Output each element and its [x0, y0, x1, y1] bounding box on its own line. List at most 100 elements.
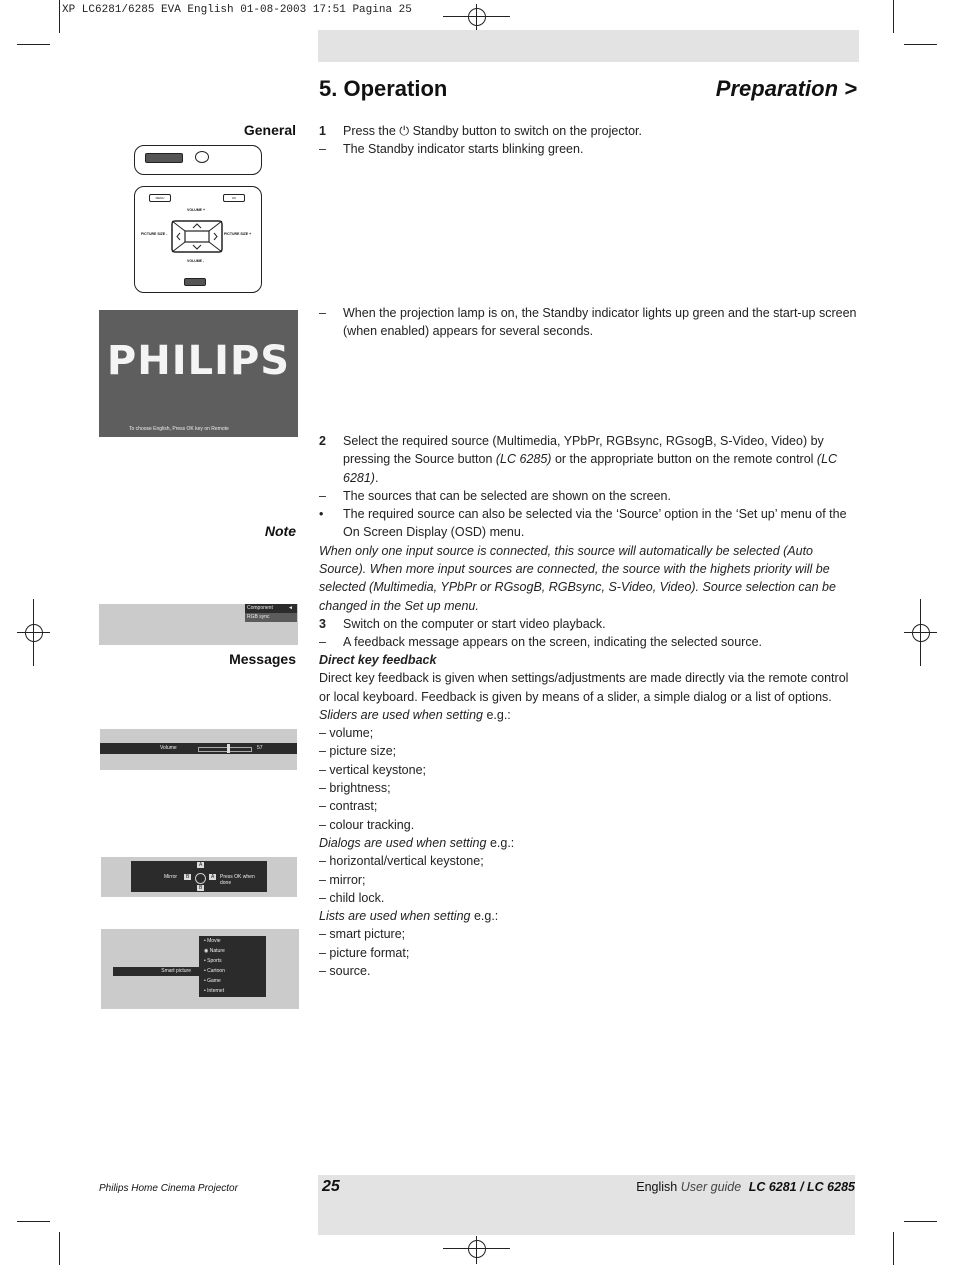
eg-text: e.g.:	[470, 909, 499, 924]
footer-guide-label: User guide	[680, 1180, 742, 1194]
step-result: A feedback message appears on the screen…	[343, 635, 763, 650]
standby-button-illustration	[145, 153, 183, 163]
footer-models: LC 6281 / LC 6285	[748, 1180, 855, 1194]
key-icon: B	[184, 874, 192, 880]
step-text: Standby button to switch on the projecto…	[412, 124, 642, 138]
smart-picture-option: ◉ Nature	[204, 948, 225, 958]
option-label: Internet	[207, 988, 225, 994]
step-1-lamp: – When the projection lamp is on, the Sta…	[319, 304, 859, 341]
dialog-example: – horizontal/vertical keystone;	[319, 854, 484, 869]
product-name: Philips Home Cinema Projector	[99, 1183, 238, 1194]
projector-keypad-illustration: MENU OK VOLUME + PICTURE SIZE - PICTURE …	[134, 186, 262, 293]
slider-example: – picture size;	[319, 744, 397, 759]
list-example: – picture format;	[319, 945, 410, 960]
philips-logo: PHILIPS	[106, 338, 291, 384]
model-ref: (LC 6285)	[495, 452, 552, 467]
arrow-left-icon: ◄	[288, 605, 293, 611]
page-title: 5. Operation	[319, 76, 448, 101]
source-item-rgbsync: RGB sync	[245, 613, 297, 622]
step-result: The Standby indicator starts blinking gr…	[343, 142, 584, 157]
volume-slider-track	[198, 747, 252, 752]
header-band	[318, 30, 859, 62]
smart-picture-option: • Cartoon	[204, 968, 225, 978]
footer-guide: English User guide LC 6281 / LC 6285	[636, 1180, 855, 1194]
registration-circle-icon	[912, 624, 930, 642]
picture-size-plus-label: PICTURE SIZE +	[224, 232, 252, 236]
crop-mark	[17, 1221, 50, 1222]
crop-mark	[17, 44, 50, 45]
smart-picture-osd-image: Smart picture • Movie ◉ Nature • Sports • C…	[101, 929, 299, 1009]
power-icon: ⏻	[399, 124, 410, 138]
option-label: Sports	[207, 958, 222, 964]
source-item-label: Component	[247, 605, 273, 611]
source-key	[184, 278, 206, 286]
source-osd-image: Component ◄ RGB sync	[99, 604, 298, 645]
label-note: Note	[264, 523, 296, 539]
key-icon: A	[197, 862, 205, 868]
volume-label: Volume	[160, 745, 177, 751]
registration-circle-icon	[468, 8, 486, 26]
eg-text: e.g.:	[482, 707, 511, 722]
step-2: 2 Select the required source (Multimedia…	[319, 432, 859, 652]
slider-example: – contrast;	[319, 799, 378, 814]
option-label: Movie	[207, 938, 221, 944]
volume-slider-thumb	[226, 744, 230, 753]
step-tip: The required source can also be selected…	[343, 507, 847, 540]
step-number: 3	[319, 616, 326, 631]
option-label: Game	[207, 978, 221, 984]
navigation-cross-icon	[171, 220, 223, 253]
smart-picture-option: • Game	[204, 978, 225, 988]
registration-circle-icon	[25, 624, 43, 642]
step-number: 2	[319, 434, 326, 448]
crop-mark	[904, 44, 937, 45]
menu-key: MENU	[149, 194, 171, 202]
smart-picture-option: • Movie	[204, 938, 225, 948]
note-text: When only one input source is connected,…	[319, 543, 836, 613]
list-example: – source.	[319, 964, 371, 979]
slider-example: – brightness;	[319, 781, 391, 796]
volume-slider-bar: Volume 57	[100, 743, 297, 754]
crop-mark	[893, 0, 894, 33]
step-result: The sources that can be selected are sho…	[343, 488, 671, 503]
label-general: General	[243, 122, 296, 138]
page-number: 25	[322, 1178, 340, 1195]
messages-section: Direct key feedback Direct key feedback …	[319, 651, 859, 980]
volume-osd-image: Volume 57	[100, 729, 297, 770]
step-text: Press the	[343, 124, 396, 138]
eg-text: e.g.:	[486, 835, 515, 850]
crop-mark	[904, 1221, 937, 1222]
sliders-heading: Sliders are used when setting	[319, 707, 483, 722]
list-example: – smart picture;	[319, 927, 406, 942]
section-title: Preparation >	[715, 76, 857, 101]
picture-size-minus-label: PICTURE SIZE -	[141, 232, 168, 236]
dialogs-heading: Dialogs are used when setting	[319, 835, 487, 850]
step-result: When the projection lamp is on, the Stan…	[343, 306, 857, 339]
step-text: .	[374, 470, 379, 485]
startup-hint: To choose English, Press OK key on Remot…	[129, 426, 229, 432]
smart-picture-label: Smart picture	[113, 967, 199, 976]
mirror-hint: Press OK when done	[220, 874, 255, 886]
option-label: Nature	[209, 948, 225, 954]
step-number: 1	[319, 124, 326, 138]
source-item-component: Component ◄	[245, 604, 297, 613]
smart-picture-option: • Internet	[204, 988, 225, 998]
step-text: Switch on the computer or start video pl…	[343, 616, 606, 631]
slider-example: – volume;	[319, 726, 374, 741]
standby-led-illustration	[195, 151, 209, 163]
registration-circle-icon	[468, 1240, 486, 1258]
smart-picture-option: • Sports	[204, 958, 225, 968]
projector-top-panel	[134, 145, 262, 175]
direction-pad-icon	[195, 873, 206, 884]
crop-mark	[893, 1232, 894, 1265]
volume-down-label: VOLUME -	[187, 259, 205, 263]
volume-up-label: VOLUME +	[187, 208, 205, 212]
mirror-osd-image: Mirror A B A B Press OK when done	[101, 857, 297, 897]
lists-heading: Lists are used when setting	[319, 909, 471, 924]
step-text: or the appropriate button on the remote …	[551, 452, 817, 467]
label-messages: Messages	[229, 651, 296, 667]
option-label: Cartoon	[207, 968, 225, 974]
ok-key: OK	[223, 194, 245, 202]
dialog-example: – child lock.	[319, 890, 385, 905]
key-icon: B	[197, 885, 205, 891]
print-slug: XP LC6281/6285 EVA English 01-08-2003 17…	[62, 4, 412, 16]
